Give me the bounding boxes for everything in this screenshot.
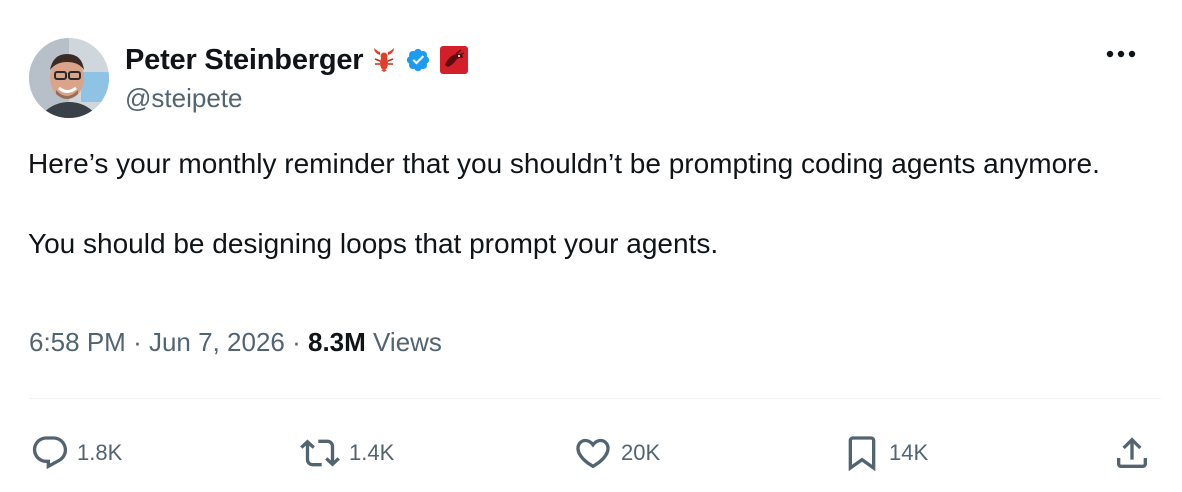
author-name[interactable]: Peter Steinberger [125, 44, 364, 77]
meta-separator: · [133, 327, 142, 357]
divider [29, 398, 1161, 399]
reply-button[interactable]: 1.8K [30, 433, 122, 473]
tweet-date[interactable]: Jun 7, 2026 [149, 327, 285, 357]
tweet-time[interactable]: 6:58 PM [29, 327, 126, 357]
lobster-emoji-icon [371, 47, 397, 73]
share-button[interactable] [1112, 433, 1152, 473]
author-avatar[interactable] [29, 38, 109, 118]
verified-badge-icon[interactable] [405, 47, 431, 73]
bookmark-icon [848, 436, 876, 472]
avatar-photo [29, 38, 109, 118]
bookmark-button[interactable]: 14K [842, 433, 928, 473]
repost-count: 1.4K [349, 440, 395, 465]
more-dots-icon [1106, 50, 1136, 58]
repost-arrows-icon [300, 439, 340, 467]
more-options-button[interactable] [1104, 44, 1138, 64]
tweet-text: Here’s your monthly reminder that you sh… [28, 144, 1138, 264]
like-button[interactable]: 20K [572, 433, 660, 473]
views-label: Views [373, 327, 442, 357]
tweet-meta: 6:58 PM · Jun 7, 2026 · 8.3M Views [29, 327, 442, 358]
red-lobster-badge-icon[interactable] [439, 45, 469, 75]
author-handle[interactable]: @steipete [125, 83, 242, 114]
author-name-row: Peter Steinberger [125, 40, 469, 80]
tweet-card: Peter Steinberger @steipete Here’s your … [0, 0, 1182, 492]
tweet-paragraph-2: You should be designing loops that promp… [28, 228, 719, 259]
tweet-paragraph-1: Here’s your monthly reminder that you sh… [28, 148, 1100, 179]
views-count[interactable]: 8.3M [308, 327, 366, 357]
reply-count: 1.8K [77, 440, 123, 465]
meta-separator: · [292, 327, 301, 357]
share-upload-icon [1117, 437, 1147, 468]
like-count: 20K [621, 440, 661, 465]
reply-bubble-icon [32, 436, 68, 470]
repost-button[interactable]: 1.4K [298, 433, 394, 473]
bookmark-count: 14K [889, 440, 929, 465]
heart-icon [576, 438, 610, 469]
